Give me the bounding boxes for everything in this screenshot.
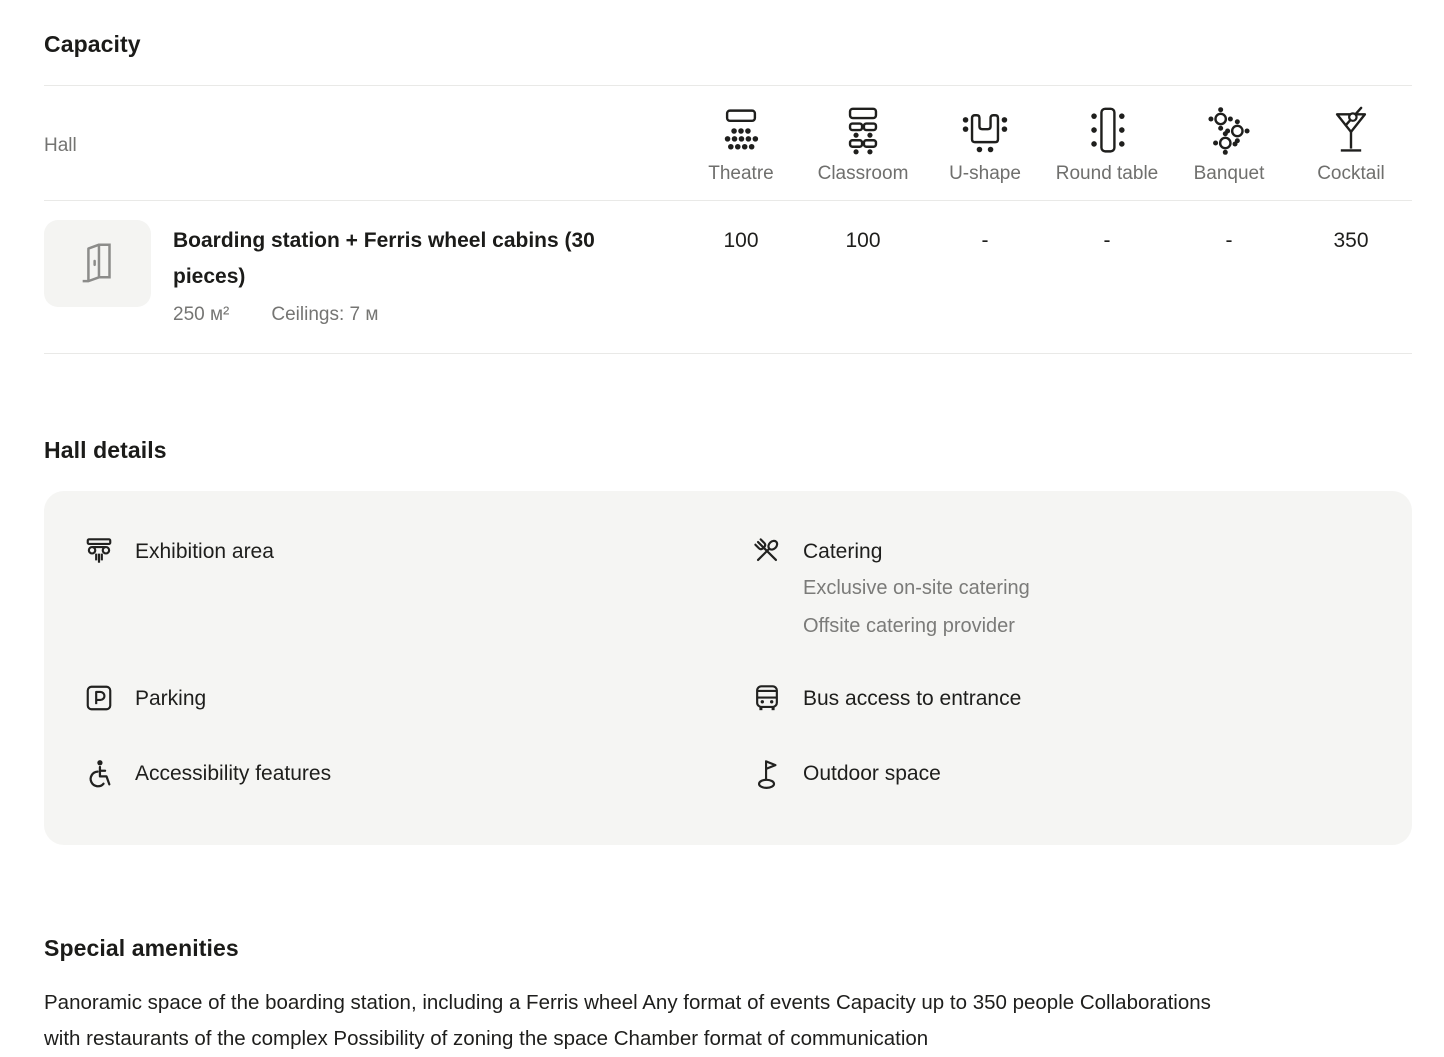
capacity-value-theatre: 100 xyxy=(680,220,802,253)
detail-label: Parking xyxy=(135,684,206,714)
hall-cell: Boarding station + Ferris wheel cabins (… xyxy=(44,220,680,326)
column-header-classroom: Classroom xyxy=(802,106,924,185)
column-label: U-shape xyxy=(949,163,1021,185)
special-amenities-text: Panoramic space of the boarding station,… xyxy=(44,985,1229,1057)
detail-label: Accessibility features xyxy=(135,759,331,789)
hall-details-panel: Exhibition area Catering xyxy=(44,491,1412,845)
hall-info: Boarding station + Ferris wheel cabins (… xyxy=(173,220,673,326)
hall-area: 250 м² xyxy=(173,304,229,326)
capacity-value-banquet: - xyxy=(1168,220,1290,253)
detail-label: Catering xyxy=(803,537,1030,567)
capacity-table-header: Hall Theatre xyxy=(44,86,1412,200)
catering-icon xyxy=(752,536,782,571)
detail-label: Exhibition area xyxy=(135,537,274,567)
column-header-banquet: Banquet xyxy=(1168,106,1290,185)
hall-name[interactable]: Boarding station + Ferris wheel cabins (… xyxy=(173,223,673,295)
column-header-u-shape: U-shape xyxy=(924,106,1046,185)
column-label: Classroom xyxy=(818,163,909,185)
hall-details-section-title: Hall details xyxy=(44,437,1412,464)
cocktail-glass-icon xyxy=(1323,106,1379,156)
capacity-table-row: Boarding station + Ferris wheel cabins (… xyxy=(44,201,1412,353)
detail-item-accessibility: Accessibility features xyxy=(84,759,728,795)
hall-thumbnail[interactable] xyxy=(44,220,151,307)
detail-label: Bus access to entrance xyxy=(803,684,1021,714)
catering-option: Offsite catering provider xyxy=(803,609,1030,643)
detail-item-parking: Parking xyxy=(84,684,728,718)
column-label: Cocktail xyxy=(1317,163,1385,185)
column-label: Round table xyxy=(1056,163,1158,185)
detail-item-catering: Catering Exclusive on-site catering Offs… xyxy=(728,537,1372,643)
detail-item-bus-access: Bus access to entrance xyxy=(728,684,1372,718)
column-label: Theatre xyxy=(708,163,773,185)
round-table-seating-icon xyxy=(1079,106,1135,156)
banquet-seating-icon xyxy=(1201,106,1257,156)
open-door-icon xyxy=(75,238,121,289)
capacity-value-round-table: - xyxy=(1046,220,1168,253)
detail-item-exhibition-area: Exhibition area xyxy=(84,537,728,643)
special-amenities-section-title: Special amenities xyxy=(44,935,1412,962)
parking-icon xyxy=(84,683,114,718)
column-label: Banquet xyxy=(1194,163,1265,185)
accessibility-icon xyxy=(84,758,114,795)
column-header-cocktail: Cocktail xyxy=(1290,106,1412,185)
divider xyxy=(44,353,1412,354)
outdoor-space-flag-icon xyxy=(752,758,782,795)
hall-meta: 250 м² Ceilings: 7 м xyxy=(173,304,673,326)
capacity-value-classroom: 100 xyxy=(802,220,924,253)
capacity-value-cocktail: 350 xyxy=(1290,220,1412,253)
classroom-seating-icon xyxy=(835,106,891,156)
detail-item-outdoor-space: Outdoor space xyxy=(728,759,1372,795)
hall-ceiling-height: Ceilings: 7 м xyxy=(271,304,378,326)
capacity-section-title: Capacity xyxy=(44,0,1412,58)
bus-icon xyxy=(752,683,782,718)
detail-label: Outdoor space xyxy=(803,759,941,789)
column-header-round-table: Round table xyxy=(1046,106,1168,185)
column-header-theatre: Theatre xyxy=(680,106,802,185)
capacity-value-u-shape: - xyxy=(924,220,1046,253)
venue-details-page: Capacity Hall Theatre xyxy=(0,0,1444,1057)
exhibition-area-icon xyxy=(84,536,114,571)
hall-column-header: Hall xyxy=(44,135,680,157)
theatre-seating-icon xyxy=(713,106,769,156)
u-shape-seating-icon xyxy=(957,106,1013,156)
catering-option: Exclusive on-site catering xyxy=(803,571,1030,605)
